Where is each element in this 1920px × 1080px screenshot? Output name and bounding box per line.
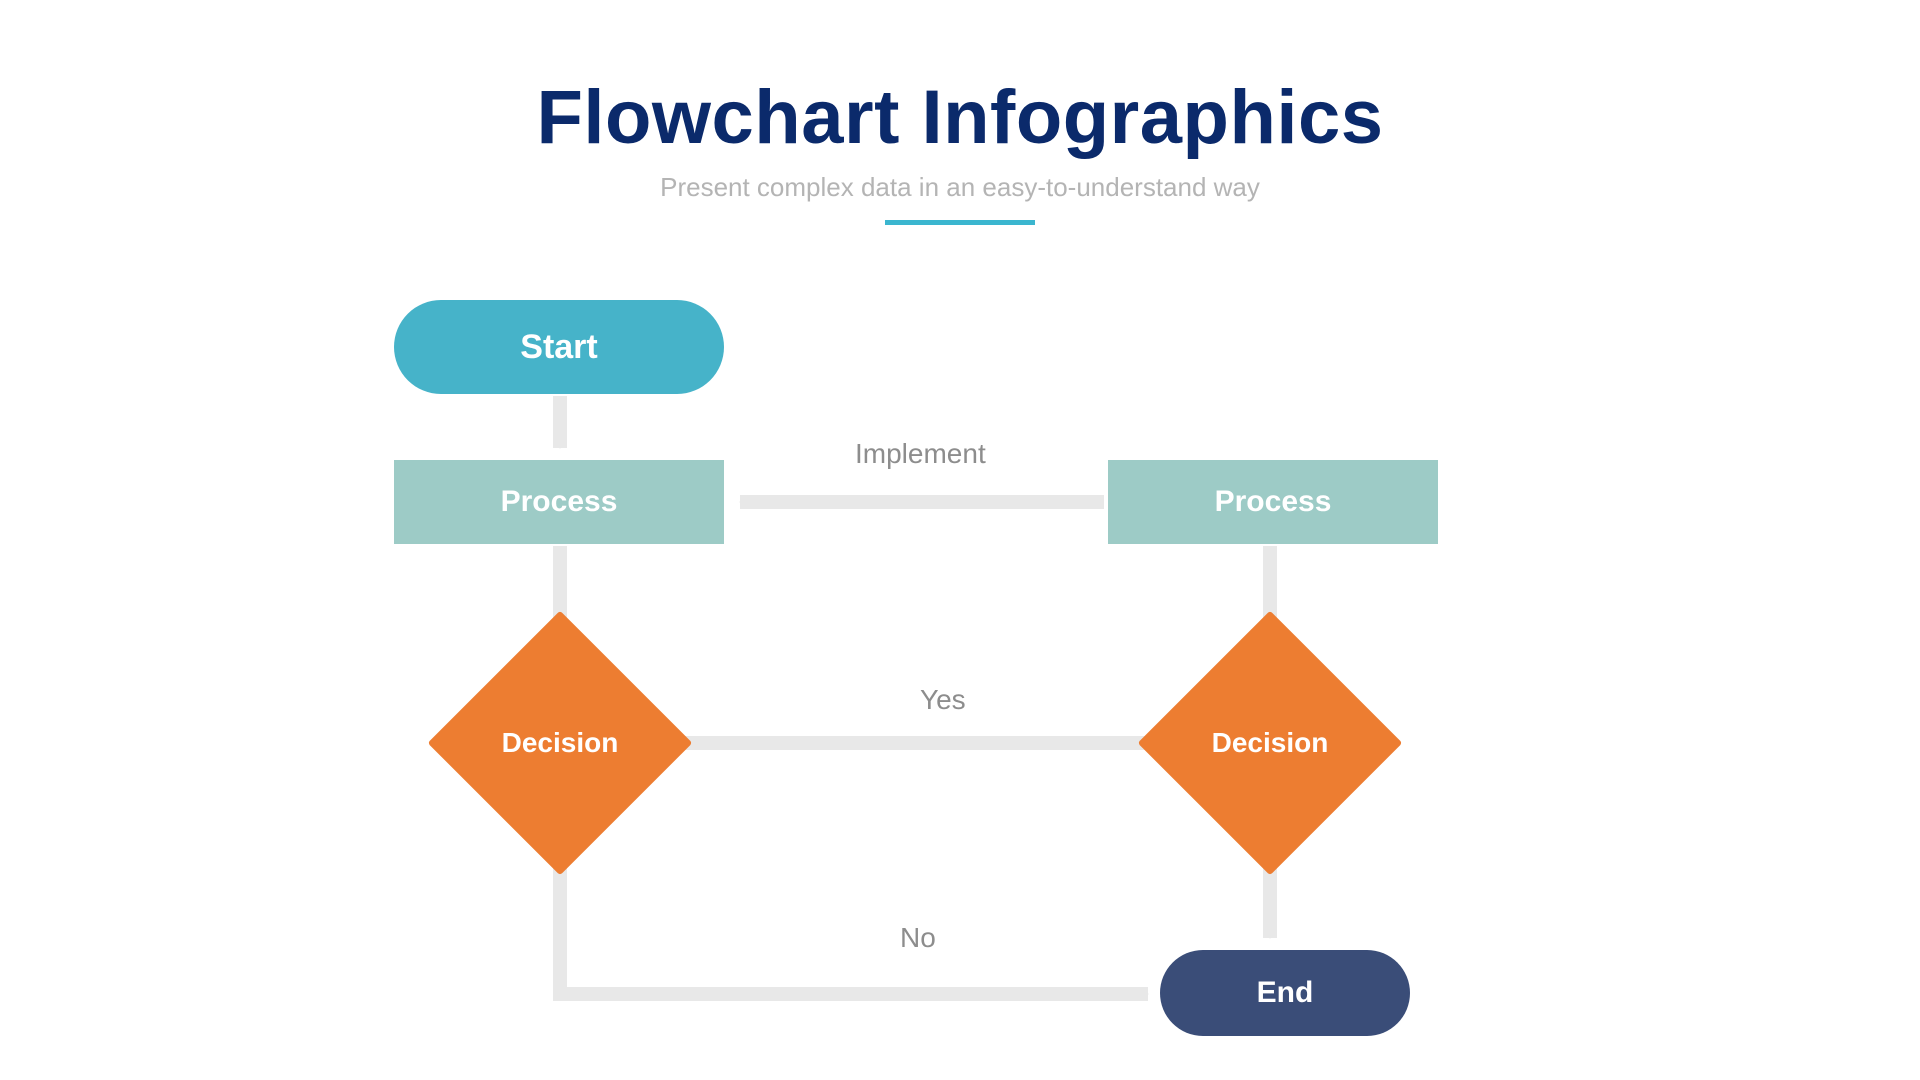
decision-left-label: Decision bbox=[502, 727, 619, 759]
end-node-label: End bbox=[1257, 976, 1314, 1010]
connector-decision-left-to-end bbox=[560, 856, 1148, 994]
process-node-right: Process bbox=[1108, 460, 1438, 544]
edge-label-yes: Yes bbox=[920, 684, 966, 716]
connector-layer bbox=[0, 0, 1920, 1080]
decision-right-label: Decision bbox=[1212, 727, 1329, 759]
flowchart-canvas: Flowchart Infographics Present complex d… bbox=[0, 0, 1920, 1080]
decision-node-right: Decision bbox=[1150, 623, 1390, 863]
edge-label-no: No bbox=[900, 922, 936, 954]
process-right-label: Process bbox=[1215, 485, 1332, 519]
process-left-label: Process bbox=[501, 485, 618, 519]
start-node-label: Start bbox=[520, 328, 597, 367]
decision-node-left: Decision bbox=[440, 623, 680, 863]
start-node: Start bbox=[394, 300, 724, 394]
end-node: End bbox=[1160, 950, 1410, 1036]
edge-label-implement: Implement bbox=[855, 438, 986, 470]
process-node-left: Process bbox=[394, 460, 724, 544]
